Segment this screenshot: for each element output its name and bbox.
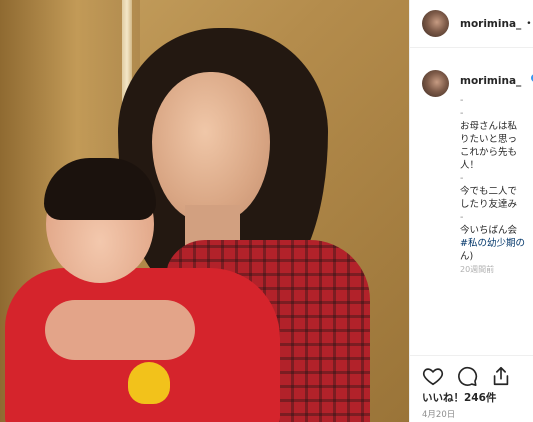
caption-line: - [460,95,464,106]
header-separator: • [526,18,532,29]
caption-line: これから先も [460,147,518,158]
likes-count[interactable]: いいね！246件 [422,390,496,405]
caption-timestamp: 20週間前 [460,265,495,274]
comment-icon[interactable] [456,365,478,387]
caption-line: お母さんは私 [460,121,518,132]
post-date[interactable]: 4月20日 [422,408,455,420]
caption-line: りたいと思っ [460,134,518,145]
instagram-post-view: morimina_ • morimina_ - - お母さんは私 りたいと思っ … [0,0,533,422]
baby-hair [44,158,156,220]
caption-line: - [460,212,464,223]
caption-line: したり友達み [460,199,518,210]
caption-line: ん) [460,251,474,262]
action-icons [422,365,512,387]
caption-line: 人！ [460,160,480,171]
header-username[interactable]: morimina_ [460,18,521,30]
heart-icon[interactable] [422,365,444,387]
post-header: morimina_ • [410,0,533,48]
caption-hashtag[interactable]: #私の幼少期の [460,237,525,250]
duck-print [128,362,170,404]
post-photo[interactable] [0,0,409,422]
mother-hands [45,300,195,360]
share-icon[interactable] [490,365,512,387]
caption: morimina_ - - お母さんは私 りたいと思っ これから先も 人！ - … [410,48,533,274]
post-side-panel: morimina_ • morimina_ - - お母さんは私 りたいと思っ … [409,0,533,422]
caption-line: 今でも二人で [460,186,518,197]
caption-line: 今いちばん会 [460,225,518,236]
avatar[interactable] [422,10,449,37]
caption-text: - - お母さんは私 りたいと思っ これから先も 人！ - 今でも二人で したり… [460,94,525,276]
post-actions: いいね！246件 4月20日 [410,355,533,422]
caption-line: - [460,108,464,119]
caption-avatar[interactable] [422,70,449,97]
mother-face [152,72,270,222]
caption-username[interactable]: morimina_ [460,75,521,87]
caption-line: - [460,173,464,184]
